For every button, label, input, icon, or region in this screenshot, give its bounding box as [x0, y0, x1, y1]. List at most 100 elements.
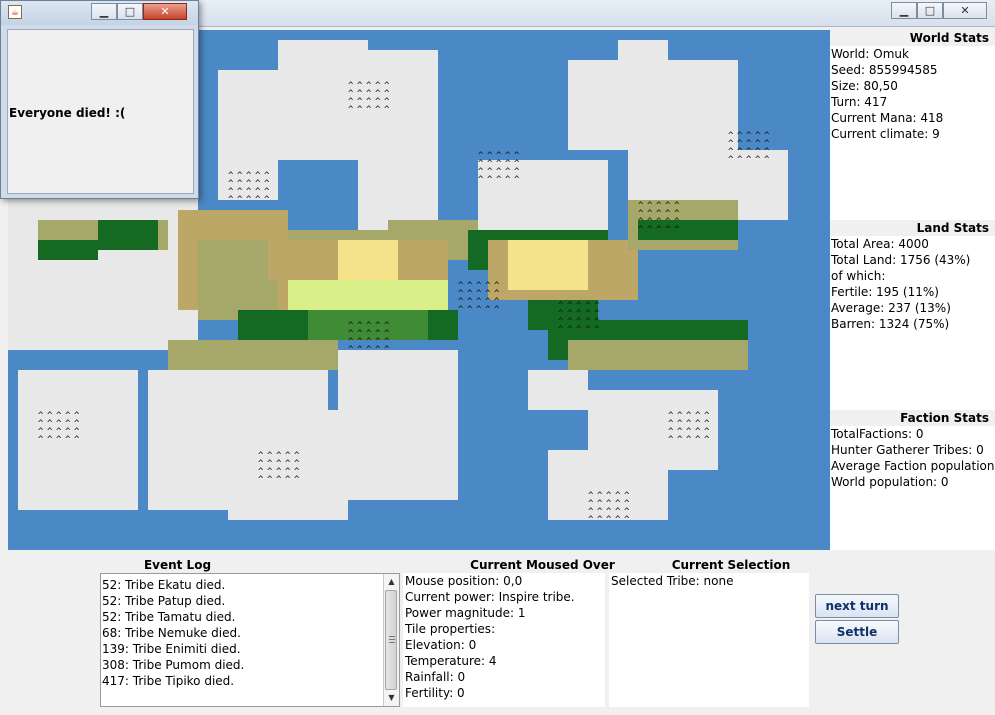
- message-dialog: ☕ ▁ □ ✕ Everyone died! :(: [0, 0, 199, 199]
- scroll-up-icon[interactable]: ▲: [385, 575, 398, 589]
- event-log-entry: 308: Tribe Pumom died.: [102, 658, 245, 672]
- mountain-icon: ^: [366, 345, 372, 355]
- mountain-icon: ^: [576, 325, 582, 335]
- maximize-icon[interactable]: □: [917, 2, 943, 19]
- info-line: Average: 237 (13%): [831, 301, 951, 315]
- mountain-icon: ^: [366, 105, 372, 115]
- mountain-icon: ^: [615, 515, 621, 525]
- mountain-icon: ^: [74, 435, 80, 445]
- land-ice: [338, 350, 458, 500]
- mountain-icon: ^: [638, 225, 644, 235]
- land-yellow: [508, 240, 588, 290]
- land-stats-section: Land Stats Total Area: 4000 Total Land: 1…: [830, 220, 995, 332]
- mountain-icon: ^: [668, 435, 674, 445]
- event-log-entry: 52: Tribe Tamatu died.: [102, 610, 236, 624]
- info-line: Power magnitude: 1: [405, 606, 526, 620]
- mountain-icon: ^: [384, 105, 390, 115]
- next-turn-button[interactable]: next turn: [815, 594, 899, 618]
- mountain-icon: ^: [476, 305, 482, 315]
- scrollbar-thumb[interactable]: [385, 590, 397, 690]
- mountain-icon: ^: [704, 435, 710, 445]
- land-ice: [618, 40, 668, 80]
- land-khaki: [168, 340, 338, 370]
- land-stats-lines: Total Area: 4000 Total Land: 1756 (43%) of…: [830, 236, 995, 332]
- faction-stats-lines: TotalFactions: 0 Hunter Gatherer Tribes: …: [830, 426, 995, 490]
- mountain-icon: ^: [246, 195, 252, 205]
- info-line: of which:: [831, 269, 886, 283]
- info-line: Rainfall: 0: [405, 670, 466, 684]
- mountain-icon: ^: [458, 305, 464, 315]
- mountain-icon: ^: [755, 155, 761, 165]
- mountain-icon: ^: [665, 225, 671, 235]
- info-line: World: Omuk: [831, 47, 909, 61]
- info-line: Current Mana: 418: [831, 111, 944, 125]
- dialog-window-controls: ▁ □ ✕: [91, 3, 187, 21]
- dialog-minimize-icon[interactable]: ▁: [91, 3, 117, 20]
- land-stats-title: Land Stats: [830, 220, 995, 236]
- mountain-icon: ^: [656, 225, 662, 235]
- info-line: Size: 80,50: [831, 79, 898, 93]
- mountain-icon: ^: [384, 345, 390, 355]
- mountain-icon: ^: [494, 305, 500, 315]
- mountain-icon: ^: [606, 515, 612, 525]
- info-line: Mouse position: 0,0: [405, 574, 523, 588]
- mountain-icon: ^: [375, 345, 381, 355]
- land-ice: [278, 40, 368, 160]
- info-line: Selected Tribe: none: [611, 574, 734, 588]
- minimize-icon[interactable]: ▁: [891, 2, 917, 19]
- dialog-message: Everyone died! :(: [9, 106, 126, 120]
- mountain-icon: ^: [357, 345, 363, 355]
- mountain-icon: ^: [487, 175, 493, 185]
- land-forest: [638, 220, 738, 240]
- land-forest: [38, 240, 98, 260]
- info-line: Fertile: 195 (11%): [831, 285, 939, 299]
- event-log-scrollbar[interactable]: ▲ ▼: [383, 574, 399, 706]
- faction-stats-title: Faction Stats: [830, 410, 995, 426]
- mountain-icon: ^: [264, 195, 270, 205]
- current-selection-lines: Selected Tribe: none: [609, 573, 809, 589]
- mountain-icon: ^: [228, 195, 234, 205]
- info-line: Total Land: 1756 (43%): [831, 253, 971, 267]
- info-line: Hunter Gatherer Tribes: 0: [831, 443, 984, 457]
- land-ice: [528, 370, 588, 410]
- world-stats-section: World Stats World: Omuk Seed: 855994585 Si…: [830, 30, 995, 142]
- info-line: Tile properties:: [405, 622, 496, 636]
- event-log-entry: 52: Tribe Ekatu died.: [102, 578, 226, 592]
- mountain-icon: ^: [478, 175, 484, 185]
- dialog-maximize-icon[interactable]: □: [117, 3, 143, 20]
- close-icon[interactable]: ✕: [943, 2, 987, 19]
- mountain-icon: ^: [677, 435, 683, 445]
- mountain-icon: ^: [47, 435, 53, 445]
- mountain-icon: ^: [567, 325, 573, 335]
- info-line: World population: 0: [831, 475, 949, 489]
- info-line: Current climate: 9: [831, 127, 940, 141]
- world-stats-lines: World: Omuk Seed: 855994585 Size: 80,50 Tur…: [830, 46, 995, 142]
- mountain-icon: ^: [585, 325, 591, 335]
- dialog-body: Everyone died! :(: [7, 29, 194, 194]
- main-window-controls: ▁ □ ✕: [891, 2, 987, 20]
- settle-button[interactable]: Settle: [815, 620, 899, 644]
- mountain-icon: ^: [237, 195, 243, 205]
- dialog-close-icon[interactable]: ✕: [143, 3, 187, 20]
- mountain-icon: ^: [294, 475, 300, 485]
- mountain-icon: ^: [746, 155, 752, 165]
- mountain-icon: ^: [348, 105, 354, 115]
- mountain-icon: ^: [624, 515, 630, 525]
- moused-over-title: Current Moused Over: [470, 558, 615, 572]
- event-log-title: Event Log: [143, 558, 212, 572]
- mountain-icon: ^: [485, 305, 491, 315]
- dialog-titlebar[interactable]: ☕ ▁ □ ✕: [1, 1, 198, 25]
- land-lime: [288, 280, 448, 310]
- moused-over-lines: Mouse position: 0,0 Current power: Inspir…: [403, 573, 605, 701]
- mountain-icon: ^: [728, 155, 734, 165]
- info-line: Seed: 855994585: [831, 63, 938, 77]
- mountain-icon: ^: [348, 345, 354, 355]
- mountain-icon: ^: [674, 225, 680, 235]
- mountain-icon: ^: [467, 305, 473, 315]
- event-log-entry: 52: Tribe Patup died.: [102, 594, 226, 608]
- scroll-down-icon[interactable]: ▼: [385, 691, 398, 705]
- info-line: Average Faction population: 0: [831, 459, 995, 473]
- faction-stats-section: Faction Stats TotalFactions: 0 Hunter Gat…: [830, 410, 995, 490]
- event-log-entry: 417: Tribe Tipiko died.: [102, 674, 235, 688]
- event-log[interactable]: 52: Tribe Ekatu died. 52: Tribe Patup die…: [100, 573, 400, 707]
